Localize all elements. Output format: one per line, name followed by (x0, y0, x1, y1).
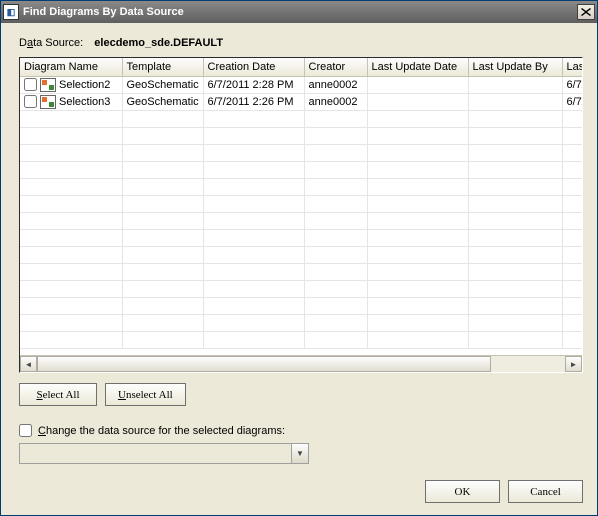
scroll-track[interactable] (37, 356, 565, 372)
data-source-dropdown[interactable]: ▼ (19, 443, 309, 464)
grid-table: Diagram Name Template Creation Date Crea… (20, 58, 582, 349)
window-title: Find Diagrams By Data Source (23, 6, 577, 18)
cell-last-update-by (468, 76, 562, 93)
data-source-dropdown-row: ▼ (19, 443, 583, 464)
cell-last: 6/7/2 (562, 76, 582, 93)
table-row (20, 178, 582, 195)
change-data-source-row: Change the data source for the selected … (19, 424, 583, 437)
cell-last-update-date (367, 93, 468, 110)
unselect-all-button[interactable]: Unselect All (105, 383, 186, 406)
app-icon: ◧ (3, 4, 19, 20)
table-row (20, 144, 582, 161)
ok-button[interactable]: OK (425, 480, 500, 503)
scroll-thumb[interactable] (37, 356, 491, 372)
scroll-left-button[interactable]: ◄ (20, 356, 37, 372)
row-checkbox[interactable] (24, 95, 37, 108)
table-row (20, 110, 582, 127)
table-row[interactable]: Selection2 GeoSchematic6/7/2011 2:28 PMan… (20, 76, 582, 93)
diagram-icon (40, 78, 56, 92)
cell-last: 6/7/2 (562, 93, 582, 110)
cell-diagram-name: Selection2 (59, 79, 110, 91)
col-diagram-name[interactable]: Diagram Name (20, 58, 122, 76)
grid-viewport[interactable]: Diagram Name Template Creation Date Crea… (20, 58, 582, 355)
change-data-source-checkbox[interactable] (19, 424, 32, 437)
table-row (20, 127, 582, 144)
dialog-window: ◧ Find Diagrams By Data Source Data Sour… (0, 0, 598, 516)
dropdown-button[interactable]: ▼ (291, 444, 308, 463)
table-row (20, 280, 582, 297)
table-row[interactable]: Selection3 GeoSchematic6/7/2011 2:26 PMan… (20, 93, 582, 110)
row-checkbox[interactable] (24, 78, 37, 91)
cell-diagram-name: Selection3 (59, 96, 110, 108)
table-row (20, 161, 582, 178)
cell-template: GeoSchematic (122, 76, 203, 93)
table-row (20, 263, 582, 280)
cell-creator: anne0002 (304, 93, 367, 110)
diagram-icon (40, 95, 56, 109)
data-source-label: Data Source: (19, 37, 83, 49)
scroll-right-button[interactable]: ► (565, 356, 582, 372)
close-button[interactable] (577, 4, 595, 20)
data-source-row: Data Source: elecdemo_sde.DEFAULT (19, 37, 583, 49)
table-row (20, 314, 582, 331)
cell-last-update-date (367, 76, 468, 93)
cell-creator: anne0002 (304, 76, 367, 93)
change-data-source-label: Change the data source for the selected … (38, 425, 285, 437)
table-row (20, 212, 582, 229)
cell-creation-date: 6/7/2011 2:28 PM (203, 76, 304, 93)
col-last-update-by[interactable]: Last Update By (468, 58, 562, 76)
titlebar[interactable]: ◧ Find Diagrams By Data Source (1, 1, 597, 23)
cell-creation-date: 6/7/2011 2:26 PM (203, 93, 304, 110)
col-creator[interactable]: Creator (304, 58, 367, 76)
col-template[interactable]: Template (122, 58, 203, 76)
col-creation-date[interactable]: Creation Date (203, 58, 304, 76)
select-all-button[interactable]: Select All (19, 383, 97, 406)
table-row (20, 246, 582, 263)
table-row (20, 331, 582, 348)
table-row (20, 195, 582, 212)
diagram-grid: Diagram Name Template Creation Date Crea… (19, 57, 583, 373)
table-row (20, 229, 582, 246)
cell-last-update-by (468, 93, 562, 110)
dialog-content: Data Source: elecdemo_sde.DEFAULT Diagra… (1, 23, 597, 515)
data-source-value: elecdemo_sde.DEFAULT (94, 37, 223, 49)
table-row (20, 297, 582, 314)
selection-buttons-row: Select All Unselect All (19, 383, 583, 406)
close-icon (581, 8, 591, 16)
col-last-update-date[interactable]: Last Update Date (367, 58, 468, 76)
header-row: Diagram Name Template Creation Date Crea… (20, 58, 582, 76)
cell-template: GeoSchematic (122, 93, 203, 110)
cancel-button[interactable]: Cancel (508, 480, 583, 503)
dialog-footer: OK Cancel (19, 468, 583, 503)
col-last[interactable]: Last (562, 58, 582, 76)
horizontal-scrollbar[interactable]: ◄ ► (20, 355, 582, 372)
